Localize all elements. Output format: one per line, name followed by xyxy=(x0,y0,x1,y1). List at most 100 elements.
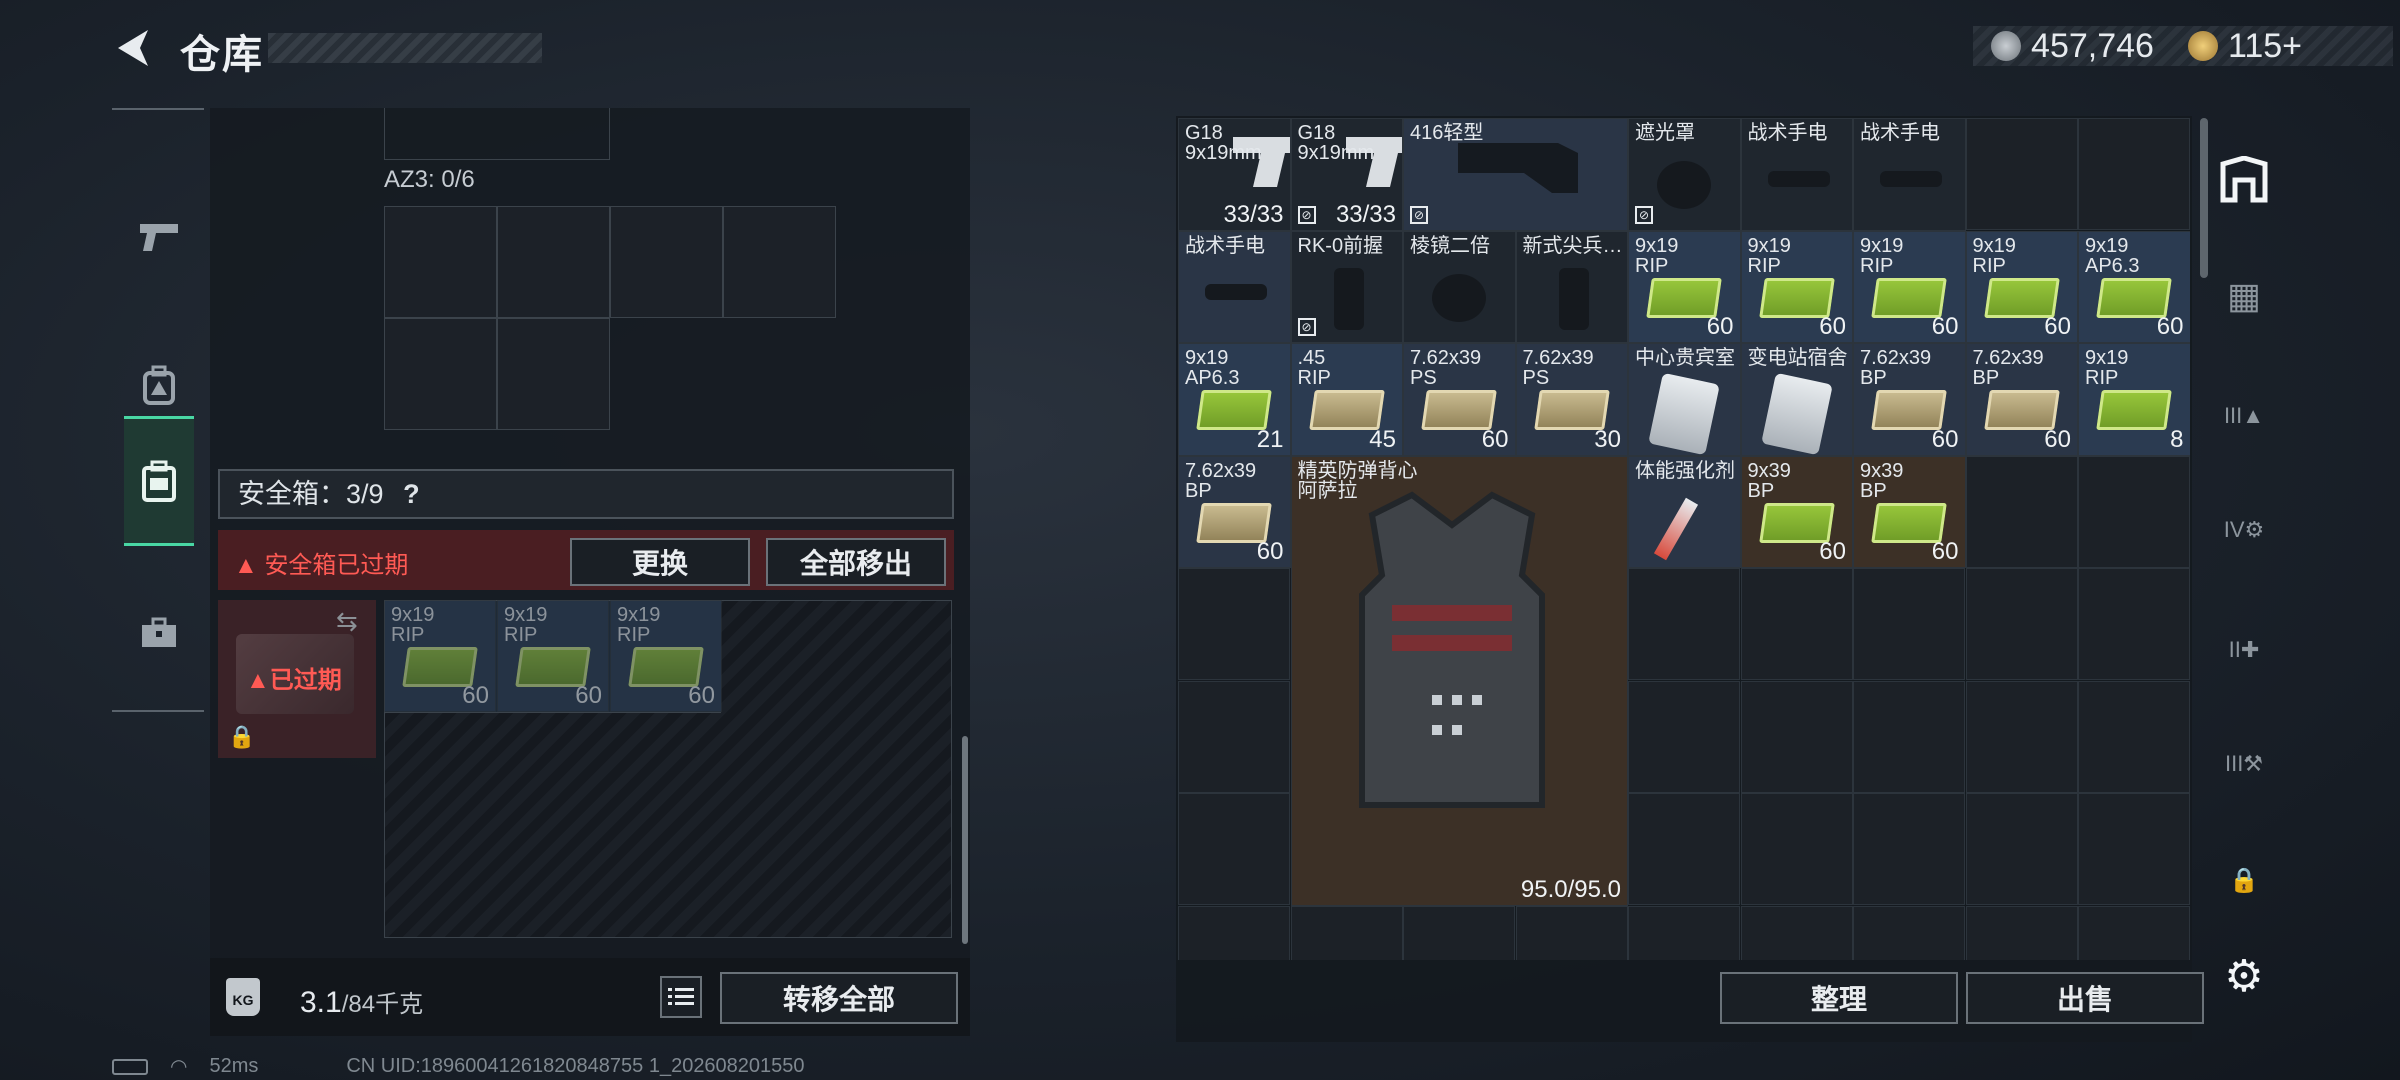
item-name: 新式尖兵… xyxy=(1522,234,1623,257)
stash-item[interactable]: RK-0前握 ⊘ xyxy=(1290,230,1403,343)
back-button[interactable] xyxy=(112,26,156,70)
empty-slot[interactable] xyxy=(1628,793,1740,905)
stash-tab-main[interactable] xyxy=(2216,152,2272,208)
nav-toolbox[interactable] xyxy=(124,568,194,698)
stash-item[interactable]: 9x39 BP 60 xyxy=(1740,455,1853,568)
stash-item[interactable]: 9x39 BP 60 xyxy=(1853,455,1966,568)
stash-item[interactable]: 中心贵宾室 xyxy=(1628,343,1741,456)
empty-slot[interactable] xyxy=(1290,905,1403,960)
ammo-box-icon xyxy=(1421,390,1497,430)
safe-case-slot[interactable]: ⇆ ▲已过期 🔒 xyxy=(218,600,376,758)
settings-button[interactable]: ⚙ xyxy=(2216,948,2272,1004)
stash-item[interactable]: 416轻型 ⊘ xyxy=(1403,118,1628,231)
stash-item[interactable]: 9x19 AP6.3 21 xyxy=(1178,343,1291,456)
stash-item[interactable]: 变电站宿舍 xyxy=(1740,343,1853,456)
ammo-box-icon xyxy=(1871,277,1947,318)
stash-tab-4[interactable]: IV⚙ xyxy=(2216,502,2272,558)
az3-slot[interactable] xyxy=(723,206,836,318)
az3-slot[interactable] xyxy=(384,206,497,318)
az3-slot[interactable] xyxy=(610,206,723,318)
stash-item[interactable]: 遮光罩 ⊘ xyxy=(1628,118,1741,231)
empty-slot[interactable] xyxy=(1965,118,2078,230)
empty-slot[interactable] xyxy=(1178,905,1290,960)
stash-item[interactable]: .45 RIP 45 xyxy=(1290,343,1403,456)
nav-safe-case[interactable] xyxy=(124,416,194,546)
sell-button[interactable]: 出售 xyxy=(1966,972,2204,1024)
uid: CN UID:18960041261820848755 1_2026082015… xyxy=(346,1055,805,1077)
stash-item[interactable]: 9x19 RIP 8 xyxy=(2078,343,2190,456)
stash-item[interactable]: G18 9x19mm ⊘ 33/33 xyxy=(1290,118,1403,231)
stash-item[interactable]: 战术手电 xyxy=(1740,118,1853,231)
list-view-button[interactable] xyxy=(660,976,702,1018)
stash-lock[interactable]: 🔒 xyxy=(2216,852,2272,908)
empty-slot[interactable] xyxy=(1965,455,2078,568)
empty-slot[interactable] xyxy=(1740,905,1853,960)
empty-slot[interactable] xyxy=(1178,568,1290,680)
item-subname: RIP xyxy=(391,624,425,646)
az3-slot[interactable] xyxy=(497,318,610,430)
safe-item[interactable]: 9x19 RIP 60 xyxy=(497,600,609,712)
help-icon[interactable]: ? xyxy=(403,479,420,509)
stash-tab-2[interactable]: II✚ xyxy=(2216,622,2272,678)
empty-slot[interactable] xyxy=(2078,455,2190,568)
stash-item[interactable]: 7.62x39 PS 60 xyxy=(1403,343,1516,456)
stash-item[interactable]: G18 9x19mm 33/33 xyxy=(1178,118,1291,231)
stash-item[interactable]: 棱镜二倍 xyxy=(1403,230,1516,343)
stash-item[interactable]: 战术手电 xyxy=(1853,118,1966,231)
safe-item[interactable]: 9x19 RIP 60 xyxy=(384,600,496,712)
item-name: 9x19 xyxy=(504,604,548,626)
empty-slot[interactable] xyxy=(1178,793,1290,905)
safe-item[interactable]: 9x19 RIP 60 xyxy=(610,600,722,712)
stash-item[interactable]: 9x19 RIP 60 xyxy=(1965,230,2078,343)
stash-item[interactable]: 战术手电 xyxy=(1178,230,1291,343)
sort-button[interactable]: 整理 xyxy=(1720,972,1958,1024)
stash-tab-3[interactable]: III▲ xyxy=(2216,388,2272,444)
empty-slot[interactable] xyxy=(1965,568,2078,680)
nav-weapons[interactable] xyxy=(124,172,194,302)
stash-item[interactable]: 体能强化剂 xyxy=(1628,455,1741,568)
empty-slot[interactable] xyxy=(2078,680,2190,793)
az3-slot[interactable] xyxy=(384,318,497,430)
empty-slot[interactable] xyxy=(2078,793,2190,905)
empty-slot[interactable] xyxy=(1965,793,2078,905)
stash-item[interactable]: 7.62x39 BP 60 xyxy=(1965,343,2078,456)
safe-case-icon xyxy=(142,460,176,502)
empty-slot[interactable] xyxy=(1965,680,2078,793)
empty-slot[interactable] xyxy=(1740,568,1853,680)
stash-item[interactable]: 9x19 AP6.3 60 xyxy=(2078,230,2190,343)
scope-icon xyxy=(1657,161,1711,209)
empty-slot[interactable] xyxy=(1965,905,2078,960)
stash-item[interactable]: 7.62x39 BP 60 xyxy=(1178,455,1291,568)
empty-slot[interactable] xyxy=(1178,680,1290,793)
move-all-out-button[interactable]: 全部移出 xyxy=(766,538,946,586)
replace-button[interactable]: 更换 xyxy=(570,538,750,586)
empty-slot[interactable] xyxy=(1740,793,1853,905)
empty-slot[interactable] xyxy=(1740,680,1853,793)
stash-item[interactable]: 新式尖兵… xyxy=(1515,230,1628,343)
grip-icon xyxy=(1558,267,1589,330)
empty-slot[interactable] xyxy=(1403,905,1515,960)
item-name: 7.62x39 xyxy=(1185,459,1257,482)
stash-item[interactable]: 9x19 RIP 60 xyxy=(1628,230,1741,343)
stash-tab-1[interactable]: ▦ xyxy=(2216,268,2272,324)
transfer-all-button[interactable]: 转移全部 xyxy=(720,972,958,1024)
az3-slot[interactable] xyxy=(497,206,610,318)
stash-item[interactable]: 9x19 RIP 60 xyxy=(1853,230,1966,343)
empty-slot[interactable] xyxy=(1628,568,1740,680)
panel-scrollbar[interactable] xyxy=(962,736,968,944)
empty-slot[interactable] xyxy=(1628,905,1740,960)
stash-item[interactable]: 9x19 RIP 60 xyxy=(1740,230,1853,343)
stash-item[interactable]: 精英防弹背心 阿萨拉 95.0/95.0 xyxy=(1290,455,1628,906)
empty-slot[interactable] xyxy=(1515,905,1628,960)
stash-item[interactable]: 7.62x39 PS 30 xyxy=(1515,343,1628,456)
empty-slot[interactable] xyxy=(1853,793,1965,905)
empty-slot[interactable] xyxy=(1853,568,1965,680)
empty-slot[interactable] xyxy=(1853,905,1965,960)
empty-slot[interactable] xyxy=(1853,680,1965,793)
empty-slot[interactable] xyxy=(1628,680,1740,793)
empty-slot[interactable] xyxy=(2078,568,2190,680)
stash-tab-3b[interactable]: III⚒ xyxy=(2216,736,2272,792)
stash-item[interactable]: 7.62x39 BP 60 xyxy=(1853,343,1966,456)
empty-slot[interactable] xyxy=(2078,118,2190,230)
empty-slot[interactable] xyxy=(2078,905,2190,960)
